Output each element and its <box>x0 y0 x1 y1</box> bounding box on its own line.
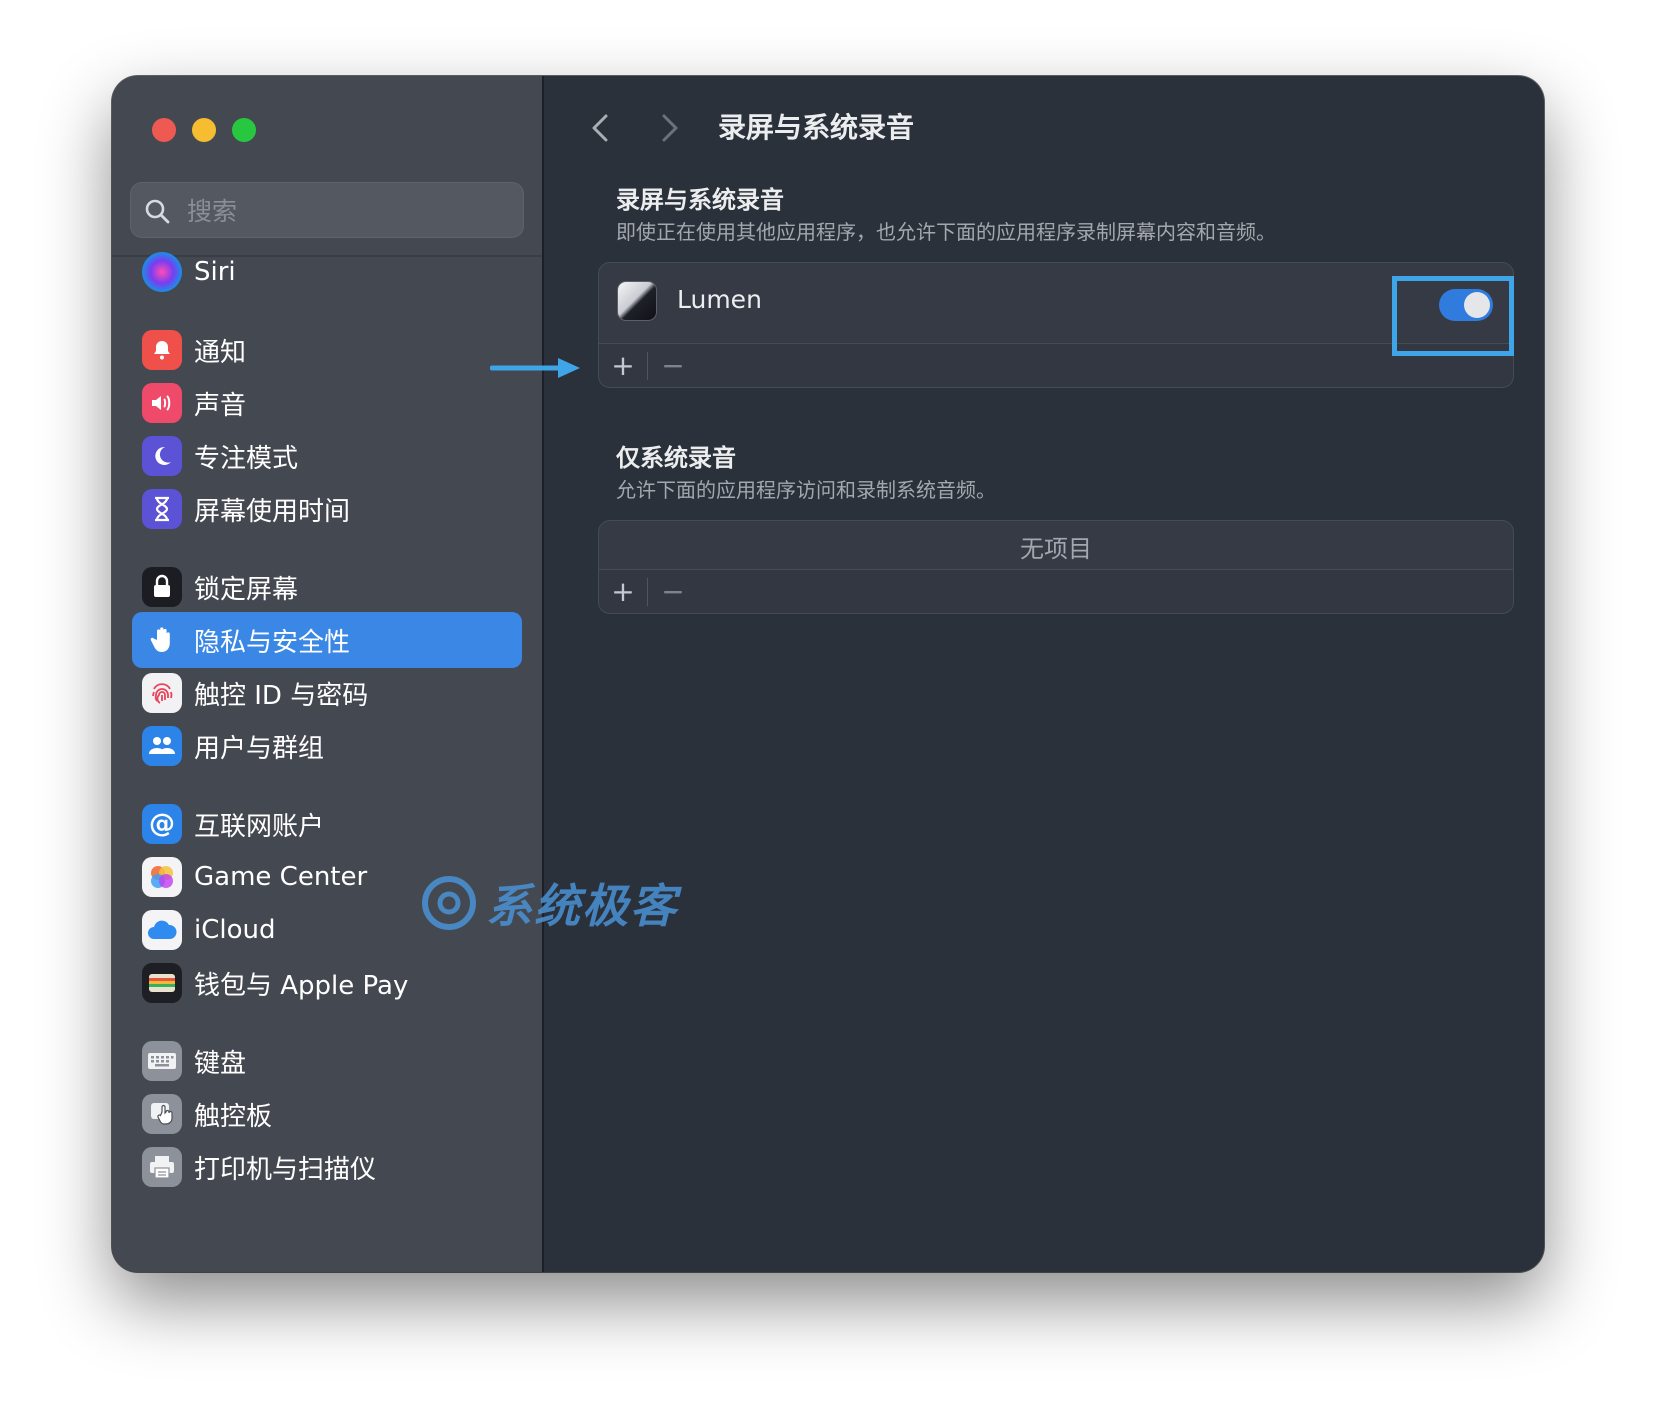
sidebar-item-notifications[interactable]: 通知 <box>132 322 522 378</box>
toolbar-divider <box>647 352 648 380</box>
zoom-button[interactable] <box>232 118 256 142</box>
sidebar-item-screen-time[interactable]: 屏幕使用时间 <box>132 481 522 537</box>
screen-section-title: 录屏与系统录音 <box>616 186 784 214</box>
watermark: 系统极客 <box>420 870 678 936</box>
content-pane: 录屏与系统录音 录屏与系统录音 即使正在使用其他应用程序，也允许下面的应用程序录… <box>544 76 1544 1272</box>
keyboard-icon <box>142 1041 182 1081</box>
sidebar-item-label: Siri <box>194 257 236 287</box>
game-center-icon <box>142 857 182 897</box>
users-icon <box>142 726 182 766</box>
screen-apps-list: Lumen + − <box>598 262 1514 388</box>
sidebar-item-label: iCloud <box>194 915 276 945</box>
trackpad-icon <box>142 1094 182 1134</box>
sidebar-item-users-groups[interactable]: 用户与群组 <box>132 718 522 774</box>
audio-list-toolbar: + − <box>599 570 1513 613</box>
lock-icon <box>142 567 182 607</box>
audio-section-description: 允许下面的应用程序访问和录制系统音频。 <box>616 478 996 502</box>
close-button[interactable] <box>152 118 176 142</box>
sidebar-item-label: 声音 <box>194 390 247 421</box>
sidebar: Siri 通知 声音 专注模式 屏幕使用 <box>112 76 544 1272</box>
sidebar-item-label: 触控板 <box>194 1101 273 1132</box>
audio-apps-list: 无项目 + − <box>598 520 1514 614</box>
sidebar-item-printers[interactable]: 打印机与扫描仪 <box>132 1139 522 1195</box>
remove-audio-app-button[interactable]: − <box>649 570 697 613</box>
search-input[interactable] <box>185 183 509 239</box>
speaker-icon <box>142 383 182 423</box>
sidebar-item-label: 专注模式 <box>194 443 299 474</box>
list-item[interactable]: Lumen <box>599 263 1513 343</box>
forward-button[interactable] <box>650 108 686 148</box>
fingerprint-icon <box>142 673 182 713</box>
app-name: Lumen <box>677 285 762 314</box>
audio-section-title: 仅系统录音 <box>616 444 736 472</box>
sidebar-item-label: 互联网账户 <box>194 811 325 842</box>
sidebar-item-label: Game Center <box>194 862 368 892</box>
sidebar-item-label: 通知 <box>194 337 247 368</box>
bell-icon <box>142 330 182 370</box>
sidebar-item-internet-accounts[interactable]: @ 互联网账户 <box>132 796 522 852</box>
sidebar-item-label: 钱包与 Apple Pay <box>194 970 409 1001</box>
at-icon: @ <box>142 804 182 844</box>
empty-list-label: 无项目 <box>1020 535 1092 563</box>
watermark-text: 系统极客 <box>486 879 678 933</box>
sidebar-item-label: 屏幕使用时间 <box>194 496 351 527</box>
cloud-icon <box>142 910 182 950</box>
minimize-button[interactable] <box>192 118 216 142</box>
sidebar-item-lock-screen[interactable]: 锁定屏幕 <box>132 559 522 615</box>
sidebar-item-focus[interactable]: 专注模式 <box>132 428 522 484</box>
sidebar-item-label: 隐私与安全性 <box>194 627 351 658</box>
sidebar-item-label: 用户与群组 <box>194 733 325 764</box>
sidebar-item-label: 触控 ID 与密码 <box>194 680 369 711</box>
sidebar-item-privacy-security[interactable]: 隐私与安全性 <box>132 612 522 668</box>
sidebar-item-label: 锁定屏幕 <box>194 574 299 605</box>
sidebar-item-label: 键盘 <box>194 1048 247 1079</box>
back-button[interactable] <box>584 108 620 148</box>
sidebar-item-keyboard[interactable]: 键盘 <box>132 1033 522 1089</box>
add-audio-app-button[interactable]: + <box>599 570 647 613</box>
remove-app-button[interactable]: − <box>649 344 697 387</box>
watermark-logo-icon <box>422 876 476 930</box>
screen-section-description: 即使正在使用其他应用程序，也允许下面的应用程序录制屏幕内容和音频。 <box>616 220 1276 244</box>
moon-icon <box>142 436 182 476</box>
page-title: 录屏与系统录音 <box>718 111 915 144</box>
sidebar-item-touch-id[interactable]: 触控 ID 与密码 <box>132 665 522 721</box>
sidebar-item-label: 打印机与扫描仪 <box>194 1154 377 1185</box>
toolbar-divider <box>647 578 648 606</box>
sidebar-item-wallet[interactable]: 钱包与 Apple Pay <box>132 955 522 1011</box>
toggle-highlight-box <box>1392 276 1514 356</box>
add-app-button[interactable]: + <box>599 344 647 387</box>
hourglass-icon <box>142 489 182 529</box>
search-icon <box>145 199 170 224</box>
hand-icon <box>142 620 182 660</box>
wallet-icon <box>142 963 182 1003</box>
settings-window: Siri 通知 声音 专注模式 屏幕使用 <box>112 76 1544 1272</box>
siri-icon <box>142 252 182 292</box>
sidebar-item-sound[interactable]: 声音 <box>132 375 522 431</box>
printer-icon <box>142 1147 182 1187</box>
sidebar-item-siri[interactable]: Siri <box>132 244 522 300</box>
screen-list-toolbar: + − <box>599 344 1513 387</box>
window-controls <box>152 118 256 142</box>
sidebar-item-trackpad[interactable]: 触控板 <box>132 1086 522 1142</box>
lumen-app-icon <box>617 281 657 321</box>
annotation-arrow-icon <box>490 358 580 378</box>
search-field[interactable] <box>130 182 524 239</box>
